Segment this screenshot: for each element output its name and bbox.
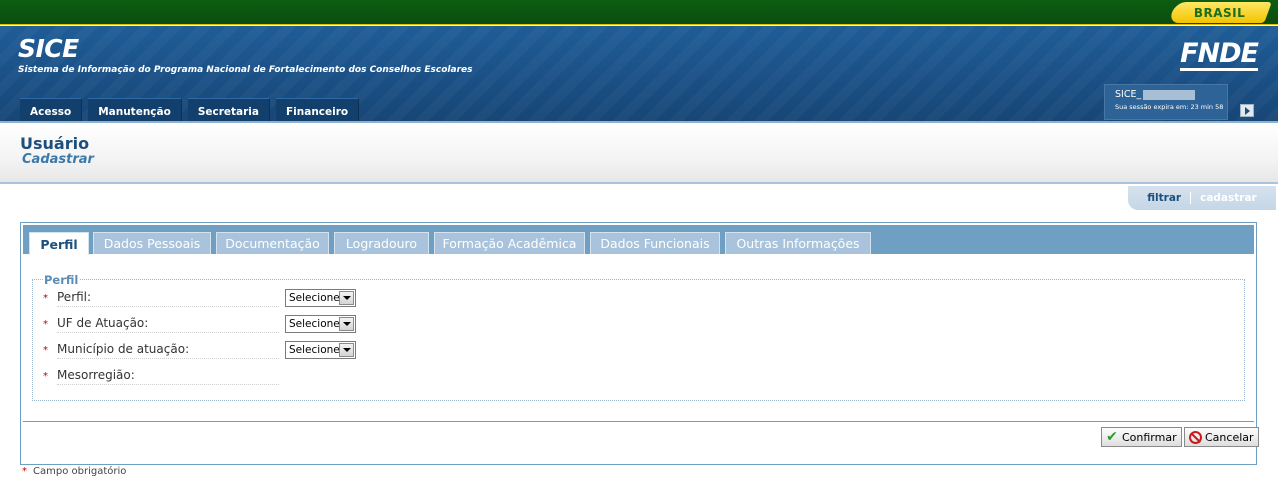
check-icon: ✔	[1106, 429, 1118, 445]
municipio-label: Município de atuação:	[57, 342, 279, 359]
main-menu: Acesso Manutenção Secretaria Financeiro	[20, 98, 365, 121]
cancel-icon	[1188, 430, 1202, 444]
required-icon: *	[22, 466, 27, 477]
mesorregiao-label: Mesorregião:	[57, 368, 279, 385]
uf-select-value: Selecione	[289, 318, 340, 330]
tab-dados-pessoais[interactable]: Dados Pessoais	[93, 232, 211, 254]
session-user-label: SICE_	[1115, 89, 1142, 100]
required-icon: *	[43, 293, 48, 304]
form-divider	[23, 421, 1254, 422]
user-form: Perfil Dados Pessoais Documentação Logra…	[20, 222, 1259, 465]
menu-item-manutencao[interactable]: Manutenção	[88, 98, 182, 121]
government-bar: BRASIL	[0, 0, 1278, 25]
page-actions: filtrar cadastrar	[1128, 186, 1276, 210]
session-info: SICE_ Sua sessão expira em: 23 min 58	[1104, 84, 1228, 120]
app-header: SICE Sistema de Informação do Programa N…	[0, 26, 1278, 121]
required-icon: *	[43, 345, 48, 356]
required-footnote-text: Campo obrigatório	[33, 466, 127, 477]
confirm-button-label: Confirmar	[1122, 430, 1177, 444]
field-row-municipio: * Município de atuação: Selecione	[43, 341, 1233, 359]
cancel-button-label: Cancelar	[1205, 430, 1254, 444]
field-row-perfil: * Perfil: Selecione	[43, 289, 1233, 307]
municipio-select[interactable]: Selecione	[285, 341, 356, 359]
menu-item-acesso[interactable]: Acesso	[20, 98, 83, 121]
menu-item-financeiro[interactable]: Financeiro	[276, 98, 360, 121]
tab-documentacao[interactable]: Documentação	[216, 232, 329, 254]
perfil-select-value: Selecione	[289, 292, 340, 304]
uf-label: UF de Atuação:	[57, 316, 279, 333]
fieldset-legend: Perfil	[43, 273, 80, 287]
perfil-fieldset: Perfil * Perfil: Selecione * UF de Atuaç…	[32, 273, 1245, 401]
required-icon: *	[43, 371, 48, 382]
session-user-redacted	[1143, 89, 1196, 100]
page-subtitle: Cadastrar	[22, 152, 94, 167]
session-user: SICE_	[1115, 89, 1217, 100]
brasil-badge[interactable]: BRASIL	[1168, 2, 1272, 23]
tab-dados-funcionais[interactable]: Dados Funcionais	[590, 232, 720, 254]
tab-perfil[interactable]: Perfil	[29, 232, 89, 255]
perfil-select[interactable]: Selecione	[285, 289, 356, 307]
page-title-band: Usuário Cadastrar	[0, 121, 1278, 184]
chevron-down-icon	[339, 291, 354, 305]
field-row-uf: * UF de Atuação: Selecione	[43, 315, 1233, 333]
required-icon: *	[43, 319, 48, 330]
municipio-select-value: Selecione	[289, 344, 340, 356]
chevron-down-icon	[339, 317, 354, 331]
cancel-button[interactable]: Cancelar	[1184, 427, 1259, 447]
filtrar-link[interactable]: filtrar	[1147, 192, 1181, 204]
tab-formacao-academica[interactable]: Formação Acadêmica	[434, 232, 585, 254]
chevron-down-icon	[339, 343, 354, 357]
uf-select[interactable]: Selecione	[285, 315, 356, 333]
logout-icon[interactable]	[1240, 104, 1254, 117]
menu-item-secretaria[interactable]: Secretaria	[187, 98, 270, 121]
page-title: Usuário	[20, 134, 90, 153]
confirm-button[interactable]: ✔ Confirmar	[1101, 427, 1182, 447]
brasil-badge-label: BRASIL	[1194, 5, 1246, 20]
fnde-logo: FNDE	[1180, 38, 1259, 71]
required-footnote: * Campo obrigatório	[22, 466, 126, 477]
cadastrar-link[interactable]: cadastrar	[1200, 192, 1257, 204]
actions-separator	[1190, 192, 1192, 204]
session-expire-text: Sua sessão expira em: 23 min 58	[1115, 103, 1224, 111]
perfil-label: Perfil:	[57, 290, 279, 307]
tabs-bar: Perfil Dados Pessoais Documentação Logra…	[23, 225, 1254, 255]
app-subtitle: Sistema de Informação do Programa Nacion…	[18, 65, 473, 75]
field-row-mesorregiao: * Mesorregião:	[43, 367, 1233, 385]
app-title: SICE	[18, 34, 79, 63]
tab-logradouro[interactable]: Logradouro	[334, 232, 429, 254]
tab-outras-informacoes[interactable]: Outras Informações	[725, 232, 871, 254]
